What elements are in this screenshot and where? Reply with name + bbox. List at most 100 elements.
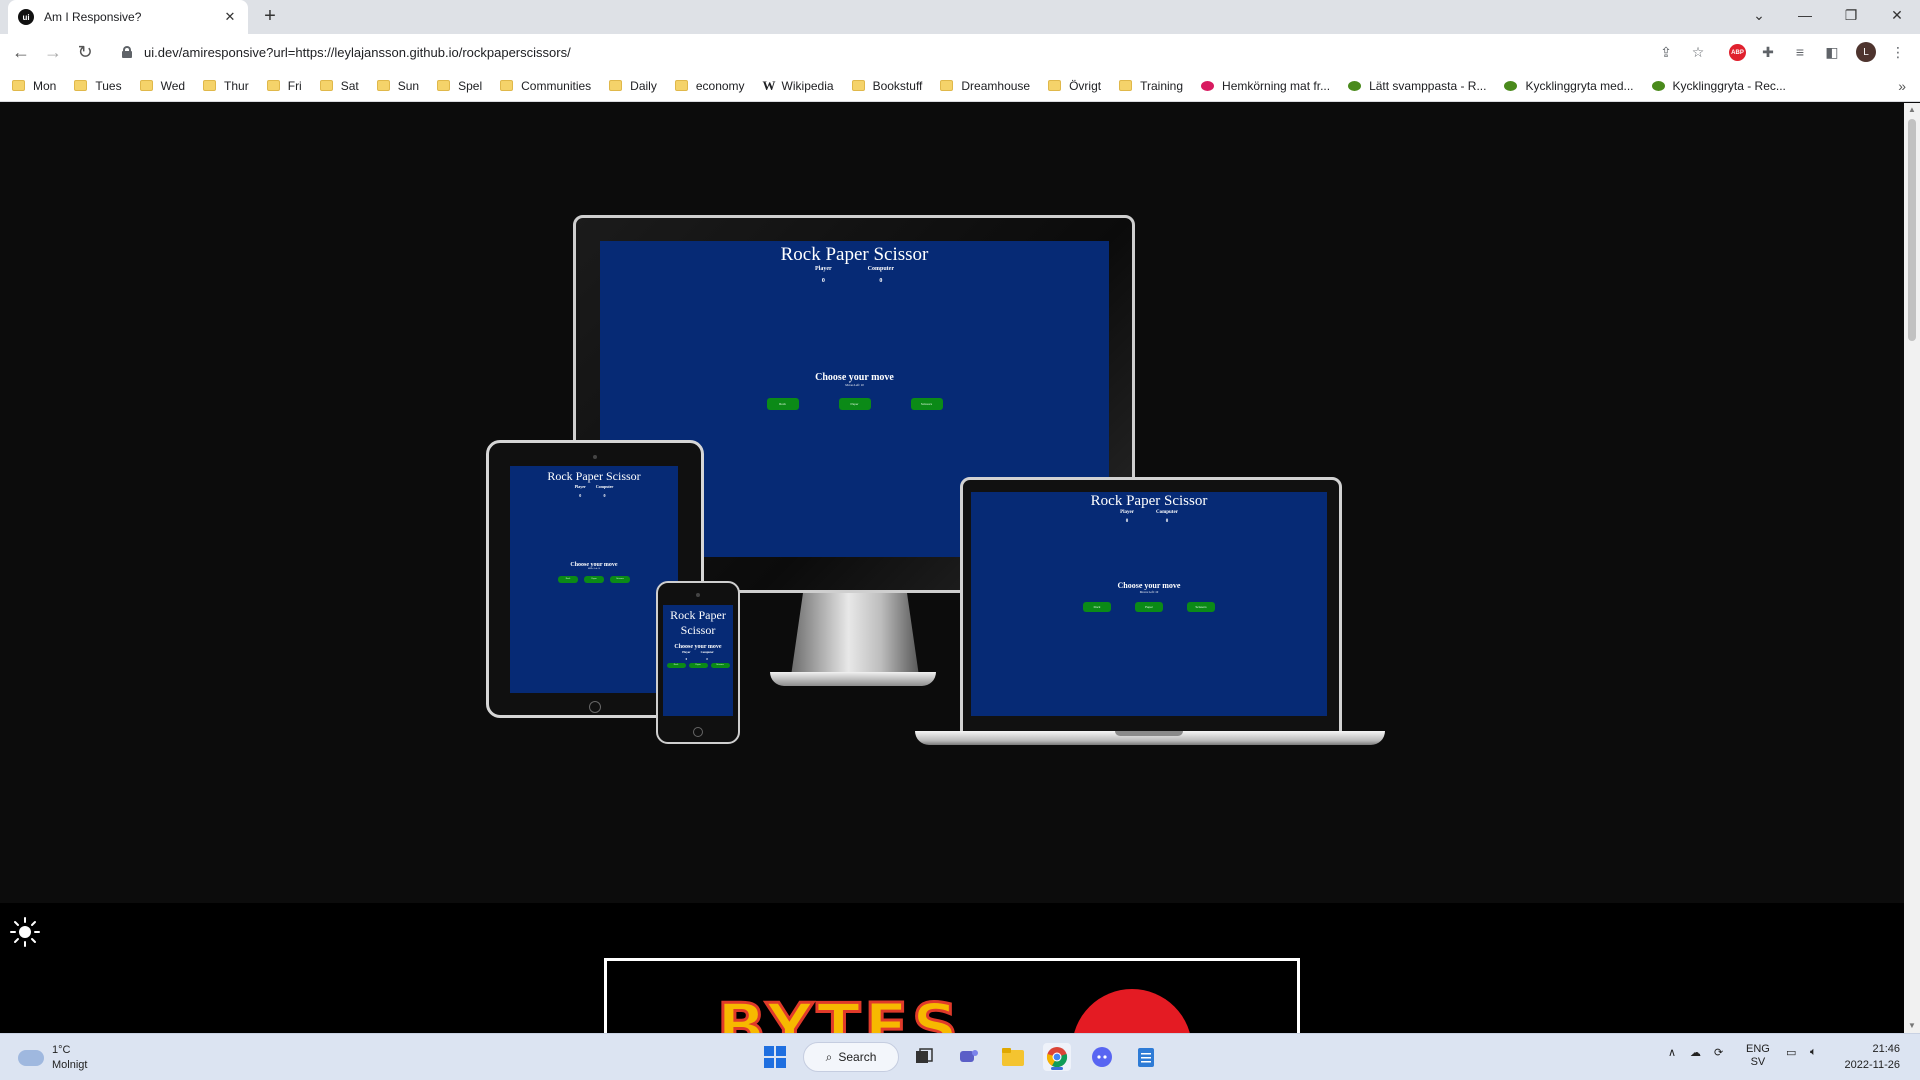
phone-home-button-icon (693, 727, 703, 737)
volume-icon[interactable]: 🔈︎ (1810, 1046, 1817, 1059)
bookmark-star-icon[interactable]: ☆ (1688, 42, 1708, 62)
more-bookmarks-chevron-icon[interactable]: » (1898, 78, 1906, 94)
page-scrollbar[interactable]: ▲ ▼ (1904, 103, 1920, 1033)
bookmark-sat[interactable]: Sat (319, 79, 359, 93)
bookmark-training[interactable]: Training (1119, 79, 1183, 93)
moves-left-text: Moves Left: 10 (587, 568, 601, 570)
bookmark-dreamhouse[interactable]: Dreamhouse (940, 79, 1030, 93)
file-explorer-icon[interactable] (999, 1043, 1027, 1071)
share-icon[interactable]: ⇪ (1656, 42, 1676, 62)
minimize-icon[interactable]: — (1782, 0, 1828, 30)
paper-button[interactable]: Paper (838, 398, 871, 410)
reading-list-icon[interactable]: ≡ (1790, 42, 1810, 62)
windows-start-icon[interactable] (761, 1043, 789, 1071)
bytes-heart-icon (1072, 989, 1192, 1038)
extensions-puzzle-icon[interactable]: ✚ (1758, 42, 1778, 62)
folder-icon (266, 80, 280, 91)
language-indicator[interactable]: ENG SV (1746, 1043, 1770, 1069)
bookmark-kycklinggryta-med[interactable]: Kycklinggryta med... (1504, 79, 1634, 93)
choose-move-heading: Choose your move (1117, 581, 1181, 590)
folder-icon (319, 80, 333, 91)
bookmark-svamppasta[interactable]: Lätt svamppasta - R... (1348, 79, 1486, 93)
cloud-icon (18, 1050, 44, 1066)
bookmark-daily[interactable]: Daily (609, 79, 657, 93)
scissors-button[interactable]: Scissors (610, 576, 630, 583)
game-title: Rock Paper Scissor (670, 608, 726, 637)
chrome-taskbar-icon[interactable] (1043, 1043, 1071, 1071)
profile-avatar[interactable]: L (1856, 42, 1876, 62)
phone-camera-icon (696, 593, 700, 597)
url-text[interactable]: ui.dev/amiresponsive?url=https://leylaja… (144, 45, 571, 60)
forward-arrow-icon[interactable]: → (41, 40, 65, 64)
restore-icon[interactable]: ❐ (1828, 0, 1874, 30)
scissors-button[interactable]: Scissors (1187, 602, 1215, 612)
rock-button[interactable]: Rock (1083, 602, 1111, 612)
computer-label: Computer (595, 484, 614, 489)
discord-icon[interactable] (1088, 1043, 1116, 1071)
folder-icon (437, 80, 451, 91)
rock-button[interactable]: Rock (558, 576, 578, 583)
computer-label: Computer (867, 266, 894, 272)
paper-button[interactable]: Paper (688, 663, 708, 668)
rock-button[interactable]: Rock (766, 398, 799, 410)
tab-search-chevron-icon[interactable]: ⌄ (1736, 0, 1782, 30)
side-panel-icon[interactable]: ◧ (1822, 42, 1842, 62)
close-tab-icon[interactable]: ✕ (222, 9, 238, 25)
scroll-down-arrow-icon[interactable]: ▼ (1904, 1019, 1920, 1033)
bookmark-sun[interactable]: Sun (376, 79, 419, 93)
paper-button[interactable]: Paper (584, 576, 604, 583)
onedrive-cloud-icon[interactable]: ☁ (1690, 1046, 1701, 1059)
bytes-newsletter-banner[interactable]: BYTES (604, 958, 1300, 1038)
new-tab-plus-icon[interactable]: + (258, 5, 282, 29)
folder-icon (940, 80, 954, 91)
scroll-up-arrow-icon[interactable]: ▲ (1904, 103, 1920, 117)
menu-kebab-icon[interactable]: ⋮ (1888, 42, 1908, 62)
bookmark-ovrigt[interactable]: Övrigt (1048, 79, 1101, 93)
rock-button[interactable]: Rock (666, 663, 686, 668)
active-app-indicator (1051, 1067, 1063, 1070)
reload-icon[interactable]: ↻ (73, 40, 97, 64)
scissors-button[interactable]: Scissors (910, 398, 943, 410)
bookmark-thur[interactable]: Thur (203, 79, 249, 93)
computer-score: 0 (1165, 519, 1169, 524)
weather-widget[interactable]: 1°C Molnigt (18, 1043, 87, 1073)
bookmark-economy[interactable]: economy (674, 79, 745, 93)
browser-toolbar: ← → ↻ ui.dev/amiresponsive?url=https://l… (0, 34, 1920, 70)
language-bottom: SV (1750, 1056, 1766, 1068)
monitor-stand-base (770, 672, 936, 686)
player-score: 0 (685, 657, 688, 661)
sync-icon[interactable]: ⟳ (1714, 1046, 1723, 1059)
bookmark-kycklinggryta-rec[interactable]: Kycklinggryta - Rec... (1651, 79, 1786, 93)
bookmark-wikipedia[interactable]: W Wikipedia (763, 78, 834, 94)
bookmark-mon[interactable]: Mon (12, 79, 56, 93)
lock-icon[interactable] (122, 46, 132, 58)
bookmark-hemkorning[interactable]: Hemkörning mat fr... (1201, 79, 1330, 93)
scrollbar-thumb[interactable] (1908, 119, 1916, 341)
scissors-button[interactable]: Scissors (710, 663, 730, 668)
tab-title: Am I Responsive? (44, 10, 142, 24)
player-label: Player (682, 650, 691, 654)
bookmark-communities[interactable]: Communities (500, 79, 591, 93)
paper-button[interactable]: Paper (1135, 602, 1163, 612)
bookmark-tues[interactable]: Tues (74, 79, 122, 93)
address-bar[interactable]: ui.dev/amiresponsive?url=https://leylaja… (108, 38, 1700, 66)
task-view-icon[interactable] (910, 1043, 938, 1071)
back-arrow-icon[interactable]: ← (9, 40, 33, 64)
bookmark-wed[interactable]: Wed (139, 79, 185, 93)
computer-score: 0 (603, 493, 606, 498)
close-window-icon[interactable]: ✕ (1874, 0, 1920, 30)
taskbar-clock[interactable]: 21:46 2022-11-26 (1845, 1041, 1900, 1073)
tab-am-i-responsive[interactable]: ui Am I Responsive? ✕ (8, 0, 248, 34)
game-title: Rock Paper Scissor (1090, 493, 1208, 509)
bookmark-spel[interactable]: Spel (437, 79, 482, 93)
network-icon[interactable]: ▭ (1786, 1046, 1796, 1059)
teams-chat-icon[interactable] (955, 1043, 983, 1071)
theme-toggle-sun-icon[interactable] (10, 917, 40, 947)
monitor-stand (790, 593, 920, 683)
adblock-plus-icon[interactable]: ABP (1729, 44, 1746, 61)
taskbar-search[interactable]: ⌕ Search (803, 1042, 899, 1072)
notepad-icon[interactable] (1132, 1043, 1160, 1071)
tray-overflow-chevron-icon[interactable]: ∧ (1668, 1046, 1676, 1059)
bookmark-fri[interactable]: Fri (266, 79, 302, 93)
bookmark-bookstuff[interactable]: Bookstuff (851, 79, 922, 93)
